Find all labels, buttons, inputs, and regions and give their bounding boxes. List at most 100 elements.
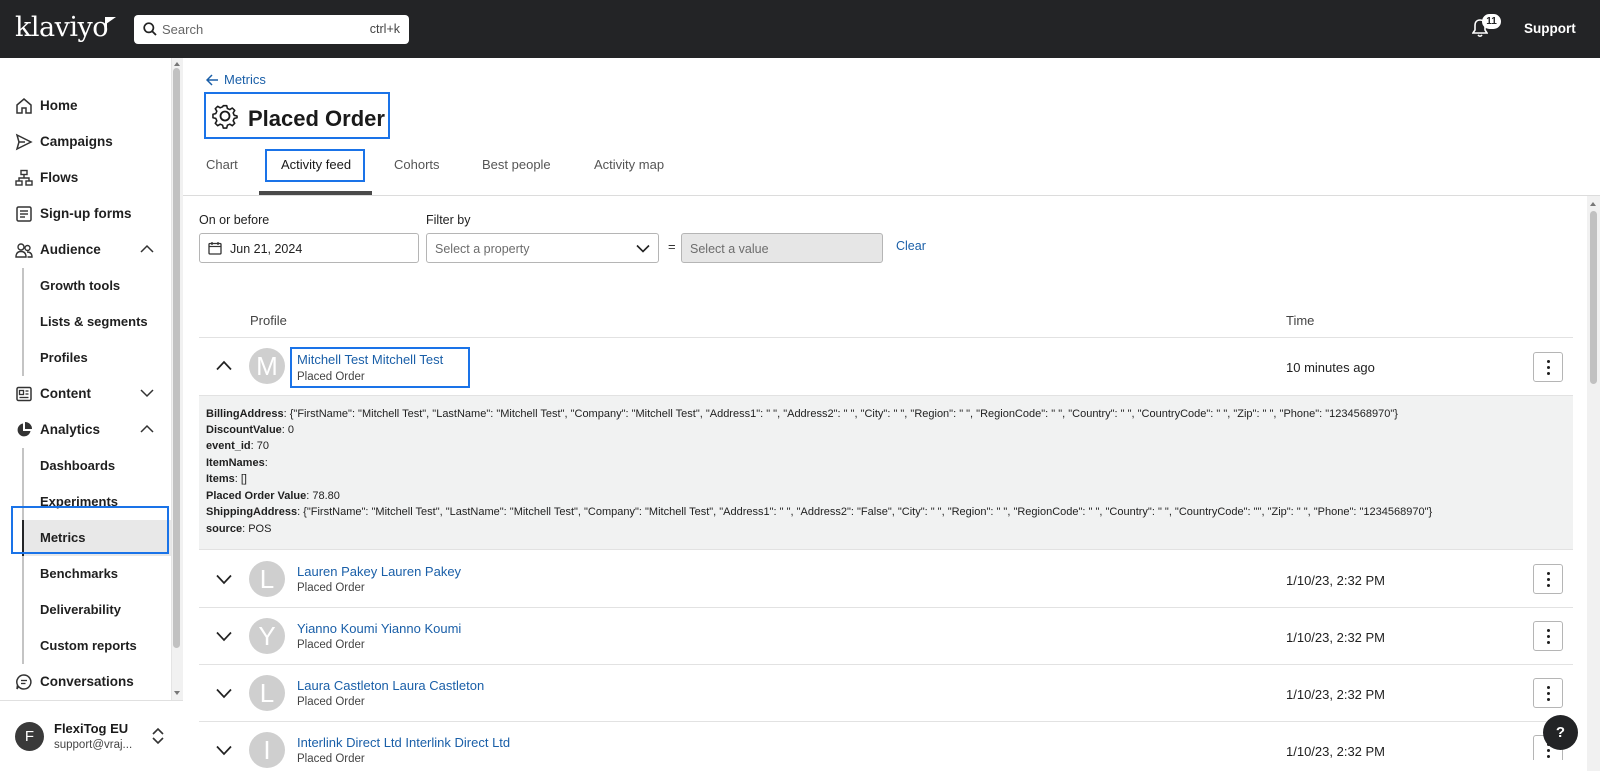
tab-chart[interactable]: Chart	[206, 157, 238, 172]
profile-name-link[interactable]: Lauren Pakey Lauren Pakey	[297, 564, 461, 579]
tab-cohorts[interactable]: Cohorts	[394, 157, 440, 172]
sidebar-scroll-thumb[interactable]	[173, 68, 180, 648]
chevron-down-icon[interactable]	[216, 688, 232, 699]
time-column-header: Time	[1286, 313, 1315, 328]
value-select: Select a value	[681, 233, 883, 263]
sidebar-item-benchmarks[interactable]: Benchmarks	[22, 556, 171, 592]
detail-row: event_id: 70	[206, 440, 269, 452]
chevron-down-icon[interactable]	[216, 745, 232, 756]
active-tab-indicator	[259, 191, 372, 195]
avatar: I	[249, 732, 285, 768]
profile-name-link[interactable]: Laura Castleton Laura Castleton	[297, 678, 484, 693]
pie-chart-icon	[17, 422, 32, 437]
page-title-box: Placed Order	[204, 92, 390, 139]
klaviyo-logo[interactable]: klaviyo	[15, 13, 109, 43]
calendar-icon	[208, 242, 222, 255]
value-select-placeholder: Select a value	[690, 242, 769, 256]
event-time: 1/10/23, 2:32 PM	[1286, 744, 1386, 759]
search-bar[interactable]: ctrl+k	[134, 15, 409, 44]
sidebar-item-custom-reports[interactable]: Custom reports	[22, 628, 171, 664]
sidebar-item-label: Lists & segments	[40, 314, 148, 329]
row-actions-button[interactable]	[1533, 678, 1563, 708]
page-title: Placed Order	[248, 106, 385, 131]
back-link-label: Metrics	[224, 72, 266, 87]
event-name: Placed Order	[297, 753, 365, 765]
avatar: Y	[249, 618, 285, 654]
sidebar-item-signup-forms[interactable]: Sign-up forms	[0, 196, 171, 232]
chevron-up-down-icon	[152, 727, 164, 745]
sidebar-item-label: Flows	[40, 170, 79, 185]
detail-row: source: POS	[206, 523, 271, 535]
equals-sign: =	[668, 239, 676, 254]
sidebar-item-deliverability[interactable]: Deliverability	[22, 592, 171, 628]
account-switcher[interactable]: F FlexiTog EU support@vraj...	[0, 700, 183, 771]
detail-key: Placed Order Value	[206, 490, 307, 502]
search-input[interactable]	[162, 15, 352, 44]
sidebar-item-profiles[interactable]: Profiles	[22, 340, 171, 376]
event-time: 1/10/23, 2:32 PM	[1286, 687, 1386, 702]
sidebar-item-growth-tools[interactable]: Growth tools	[22, 268, 171, 304]
table-row: I Interlink Direct Ltd Interlink Direct …	[199, 722, 1573, 771]
detail-value: : 70	[250, 440, 269, 452]
account-name: FlexiTog EU	[54, 721, 129, 736]
tab-activity-map[interactable]: Activity map	[594, 157, 664, 172]
sidebar-item-lists-segments[interactable]: Lists & segments	[22, 304, 171, 340]
chevron-down-icon	[636, 244, 650, 253]
sidebar-item-label: Benchmarks	[40, 566, 119, 581]
row-actions-button[interactable]	[1533, 352, 1563, 382]
detail-row: Items: []	[206, 473, 247, 485]
sidebar-item-campaigns[interactable]: Campaigns	[0, 124, 171, 160]
detail-value: : []	[234, 473, 247, 485]
profile-name-focus-ring	[290, 347, 470, 388]
event-time: 1/10/23, 2:32 PM	[1286, 573, 1386, 588]
support-link[interactable]: Support	[1524, 21, 1576, 36]
chevron-down-icon[interactable]	[216, 631, 232, 642]
avatar: L	[249, 675, 285, 711]
event-name: Placed Order	[297, 639, 365, 651]
clear-filters-button[interactable]: Clear	[896, 239, 926, 253]
notification-badge: 11	[1482, 14, 1501, 29]
sidebar-item-label: Audience	[40, 242, 101, 257]
sidebar-item-label: Growth tools	[40, 278, 121, 293]
chevron-down-icon[interactable]	[216, 574, 232, 585]
sidebar-item-content[interactable]: Content	[0, 376, 171, 412]
search-icon	[143, 22, 157, 36]
event-details-panel: BillingAddress: {"FirstName": "Mitchell …	[199, 396, 1573, 550]
sidebar-item-analytics[interactable]: Analytics	[0, 412, 171, 448]
tab-best-people[interactable]: Best people	[482, 157, 551, 172]
sidebar-item-label: Campaigns	[40, 134, 113, 149]
gear-icon	[212, 104, 238, 129]
main-scroll-thumb[interactable]	[1590, 211, 1597, 384]
detail-key: Items	[206, 473, 235, 485]
sidebar-item-conversations[interactable]: Conversations	[0, 664, 171, 700]
sidebar-item-home[interactable]: Home	[0, 88, 171, 124]
row-actions-button[interactable]	[1533, 564, 1563, 594]
scroll-up-arrow-icon[interactable]	[1590, 202, 1596, 206]
sidebar-item-label: Content	[40, 386, 91, 401]
help-button[interactable]: ?	[1543, 715, 1578, 750]
sidebar-item-dashboards[interactable]: Dashboards	[22, 448, 171, 484]
sidebar-item-audience[interactable]: Audience	[0, 232, 171, 268]
profile-name-link[interactable]: Interlink Direct Ltd Interlink Direct Lt…	[297, 735, 510, 750]
scroll-down-arrow-icon[interactable]	[174, 691, 180, 695]
search-shortcut: ctrl+k	[369, 22, 400, 36]
sidebar-item-flows[interactable]: Flows	[0, 160, 171, 196]
sidebar: Home Campaigns Flows Sign-up forms Audie…	[0, 58, 171, 700]
detail-row: Placed Order Value: 78.80	[206, 490, 340, 502]
row-actions-button[interactable]	[1533, 621, 1563, 651]
detail-value: : {"FirstName": "Mitchell Test", "LastNa…	[297, 506, 1433, 518]
profile-name-link[interactable]: Yianno Koumi Yianno Koumi	[297, 621, 461, 636]
detail-row: ItemNames:	[206, 457, 268, 469]
property-select[interactable]: Select a property	[426, 233, 659, 263]
chevron-up-icon[interactable]	[216, 360, 232, 371]
chevron-up-icon	[140, 244, 154, 253]
back-link[interactable]: Metrics	[206, 72, 266, 87]
event-time: 1/10/23, 2:32 PM	[1286, 630, 1386, 645]
sidebar-item-label: Deliverability	[40, 602, 121, 617]
date-picker[interactable]: Jun 21, 2024	[199, 233, 419, 263]
scroll-up-arrow-icon[interactable]	[174, 62, 180, 66]
detail-value: : 78.80	[306, 490, 340, 502]
date-picker-value: Jun 21, 2024	[230, 242, 303, 256]
detail-key: ShippingAddress	[206, 506, 298, 518]
date-filter-label: On or before	[199, 213, 270, 227]
